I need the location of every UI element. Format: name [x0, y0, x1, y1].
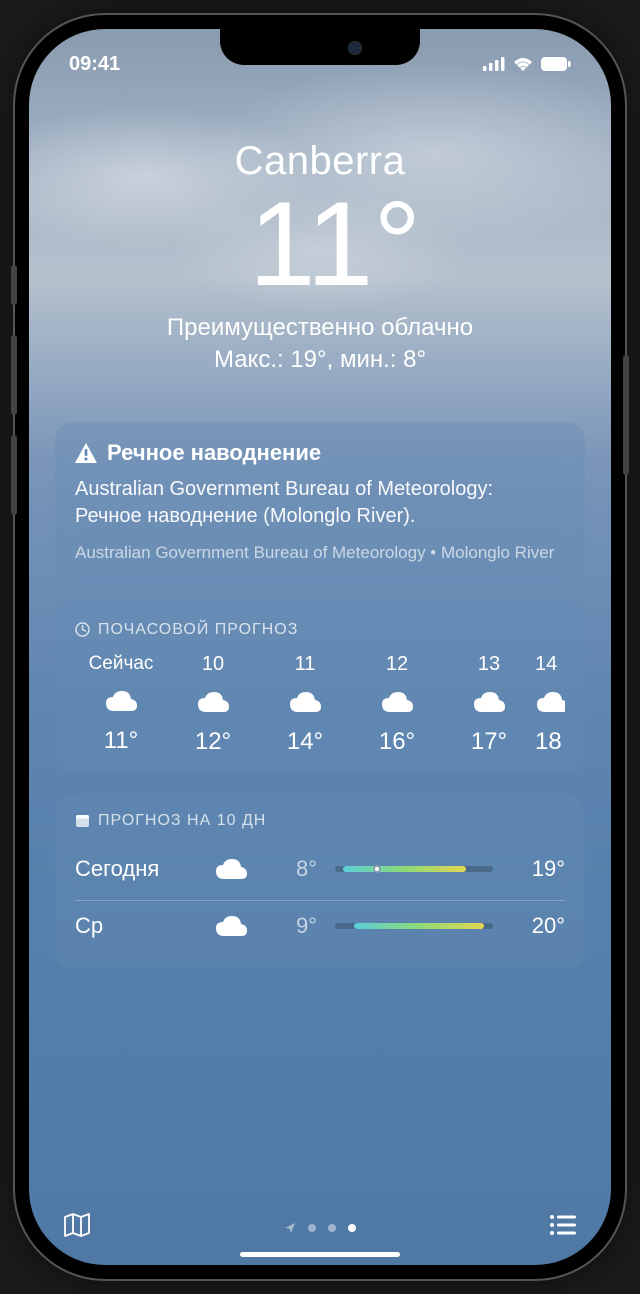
cellular-icon	[483, 57, 505, 71]
page-indicator[interactable]	[284, 1222, 356, 1234]
volume-up-button[interactable]	[11, 335, 17, 415]
daily-row[interactable]: Сегодня 8° 19°	[75, 844, 565, 901]
hour-temp: 17°	[471, 728, 507, 756]
cloud-icon	[214, 857, 248, 881]
warning-icon	[75, 443, 97, 463]
status-indicators	[483, 57, 571, 72]
cloud-icon	[472, 690, 506, 714]
clock-icon	[75, 622, 90, 637]
temp-range-bar	[335, 923, 493, 929]
hour-label: 14	[535, 653, 557, 676]
day-condition-icon	[213, 914, 249, 938]
toolbar	[29, 1212, 611, 1243]
hour-temp: 16°	[379, 728, 415, 756]
hour-item[interactable]: 12 16°	[351, 653, 443, 756]
notch	[220, 29, 420, 65]
current-temperature: 11°	[85, 184, 585, 304]
wifi-icon	[513, 57, 533, 72]
day-low: 9°	[267, 913, 317, 939]
hour-item[interactable]: 14 18	[535, 653, 565, 756]
hour-item[interactable]: 13 17°	[443, 653, 535, 756]
hour-label: 11	[295, 653, 316, 676]
cloud-icon	[104, 689, 138, 713]
current-condition: Преимущественно облачно	[55, 314, 585, 342]
daily-header: ПРОГНОЗ НА 10 ДН	[75, 812, 565, 830]
hour-item[interactable]: 11 14°	[259, 653, 351, 756]
power-button[interactable]	[623, 355, 629, 475]
day-condition-icon	[213, 857, 249, 881]
cloud-icon	[196, 690, 230, 714]
hour-temp: 12°	[195, 728, 231, 756]
hour-item[interactable]: Сейчас 11°	[75, 653, 167, 756]
list-button[interactable]	[549, 1214, 577, 1241]
status-time: 09:41	[69, 53, 120, 76]
daily-header-label: ПРОГНОЗ НА 10 ДН	[98, 812, 266, 830]
hour-label: 10	[202, 653, 224, 676]
high-low-text: Макс.: 19°, мин.: 8°	[55, 346, 585, 374]
weather-alert-card[interactable]: Речное наводнение Australian Government …	[55, 422, 585, 583]
temp-range-bar	[335, 866, 493, 872]
day-name: Сегодня	[75, 856, 195, 882]
daily-row[interactable]: Ср 9° 20°	[75, 901, 565, 951]
hour-label: Сейчас	[89, 653, 154, 675]
hour-temp: 18	[535, 728, 562, 756]
weather-content[interactable]: Canberra 11° Преимущественно облачно Мак…	[29, 29, 611, 1265]
alert-source: Australian Government Bureau of Meteorol…	[75, 542, 565, 565]
hourly-row[interactable]: Сейчас 11° 10 12° 11 14° 12 16° 13 17° 14 18	[75, 653, 565, 756]
cloud-icon	[380, 690, 414, 714]
hourly-forecast-card[interactable]: ПОЧАСОВОЙ ПРОГНОЗ Сейчас11°1012°1114°121…	[55, 603, 585, 774]
day-high: 20°	[511, 913, 565, 939]
alert-body: Australian Government Bureau of Meteorol…	[75, 476, 565, 530]
day-name: Ср	[75, 913, 195, 939]
phone-frame: 09:41 Canberra 11° Преимущ	[15, 15, 625, 1279]
hourly-header: ПОЧАСОВОЙ ПРОГНОЗ	[75, 621, 565, 639]
day-high: 19°	[511, 856, 565, 882]
alert-header: Речное наводнение	[75, 440, 565, 466]
cloud-icon	[535, 690, 565, 714]
volume-down-button[interactable]	[11, 435, 17, 515]
battery-icon	[541, 57, 571, 71]
hour-label: 12	[386, 653, 408, 676]
hour-label: 13	[478, 653, 500, 676]
hour-temp: 11°	[104, 727, 139, 755]
screen: 09:41 Canberra 11° Преимущ	[29, 29, 611, 1265]
location-arrow-icon	[284, 1222, 296, 1234]
hourly-header-label: ПОЧАСОВОЙ ПРОГНОЗ	[98, 621, 298, 639]
home-indicator[interactable]	[240, 1252, 400, 1257]
calendar-icon	[75, 813, 90, 828]
daily-forecast-card[interactable]: ПРОГНОЗ НА 10 ДН Сегодня 8° 19° Ср 9° 20…	[55, 794, 585, 969]
cloud-icon	[214, 914, 248, 938]
hour-temp: 14°	[287, 728, 323, 756]
page-dot	[328, 1224, 336, 1232]
cloud-icon	[288, 690, 322, 714]
page-dot	[308, 1224, 316, 1232]
alert-title: Речное наводнение	[107, 440, 321, 466]
hour-item[interactable]: 10 12°	[167, 653, 259, 756]
day-low: 8°	[267, 856, 317, 882]
page-dot-active	[348, 1224, 356, 1232]
map-button[interactable]	[63, 1212, 91, 1243]
mute-switch[interactable]	[11, 265, 17, 305]
